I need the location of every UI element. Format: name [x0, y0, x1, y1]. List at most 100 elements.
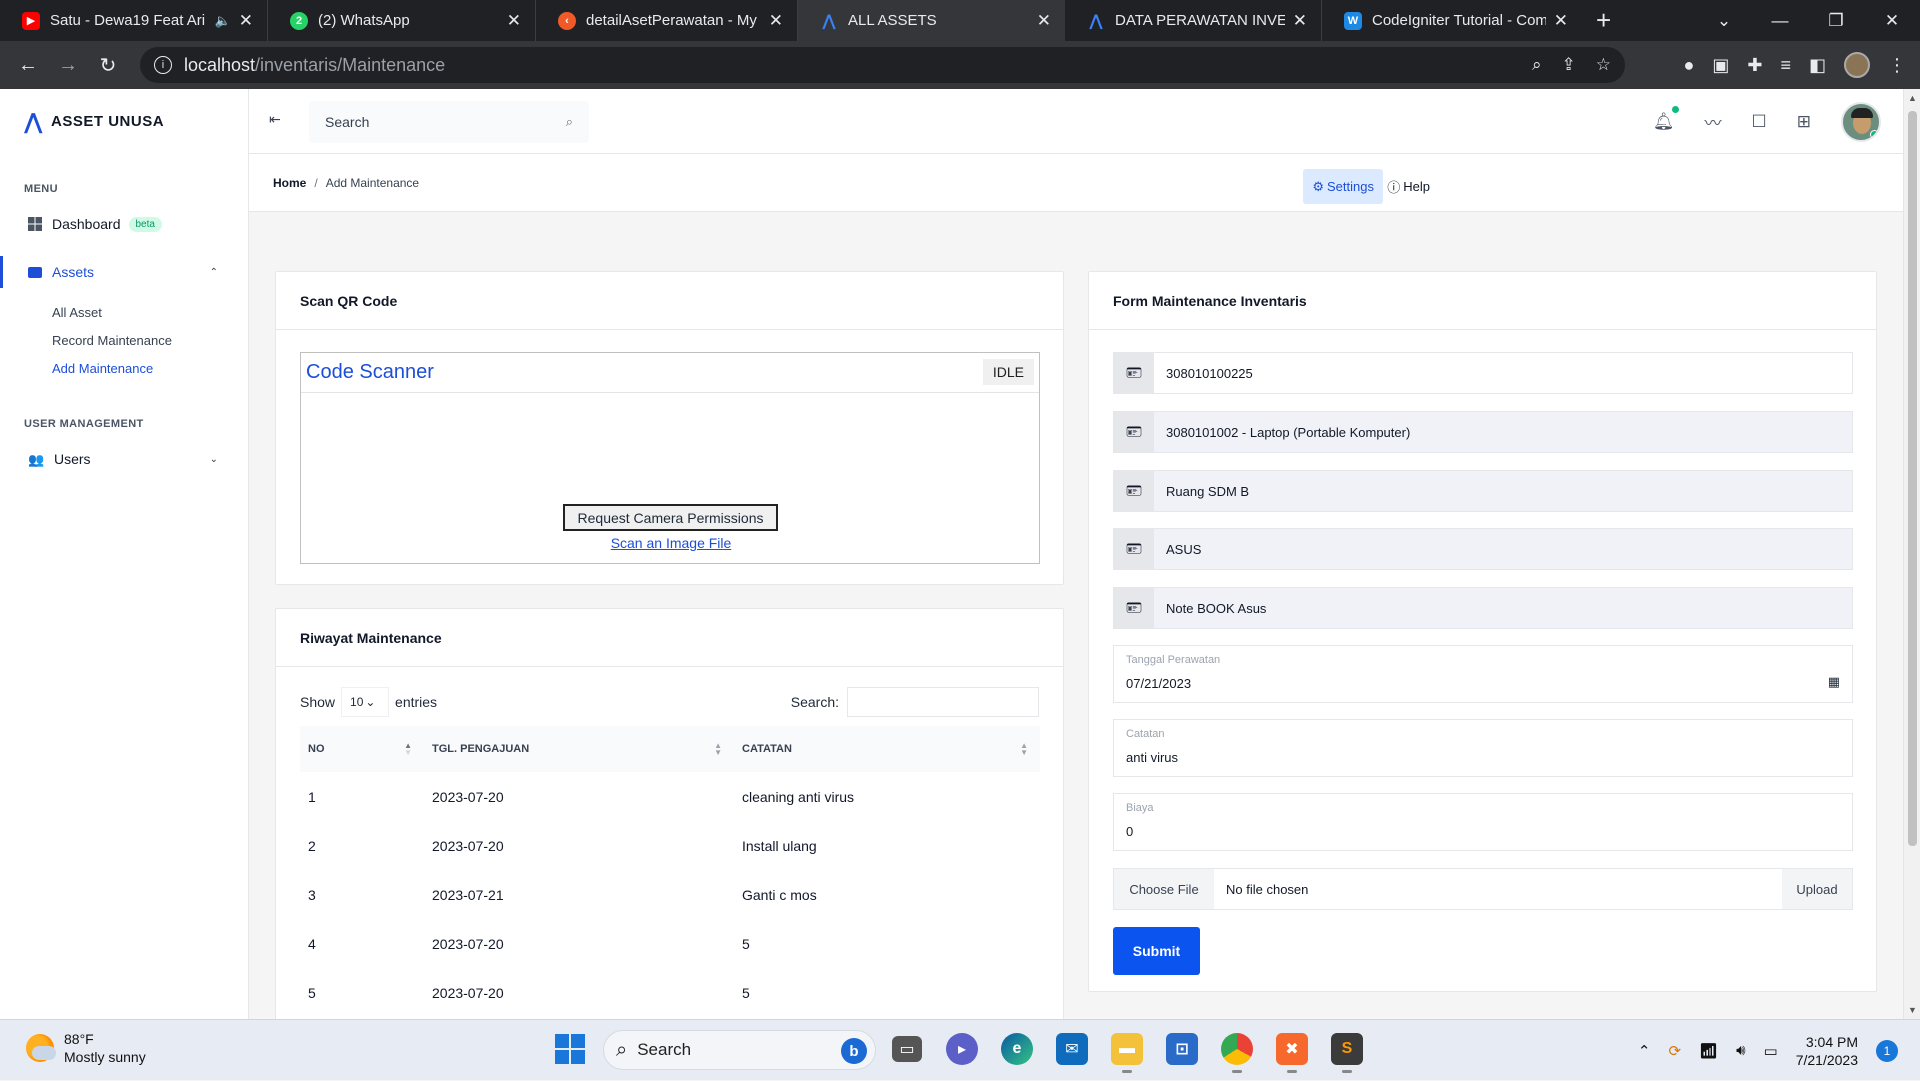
close-tab-icon[interactable]: ✕ — [1293, 11, 1307, 31]
volume-icon[interactable]: 🔊︎ — [1736, 1042, 1745, 1059]
scroll-up-icon[interactable]: ▲ — [1908, 93, 1917, 103]
teams-chat-icon[interactable]: ▸ — [946, 1033, 978, 1065]
close-tab-icon[interactable]: ✕ — [1554, 11, 1568, 31]
speaker-icon[interactable]: 🔈 — [215, 13, 231, 29]
new-tab-button[interactable]: + — [1596, 5, 1611, 36]
id-card-icon: 🪪︎ — [1114, 529, 1154, 569]
bookmark-star-icon[interactable]: ☆ — [1596, 55, 1611, 75]
reload-icon[interactable]: ↻ — [88, 53, 128, 78]
file-explorer-icon[interactable]: ▬ — [1111, 1033, 1143, 1073]
clock[interactable]: 3:04 PM 7/21/2023 — [1796, 1033, 1858, 1069]
browser-tab-codeigniter-tutorial[interactable]: W CodeIgniter Tutorial - Comp ✕ — [1322, 0, 1582, 41]
chevron-up-icon[interactable]: ⌃ — [1638, 1042, 1651, 1060]
sidebar-sub-all-asset[interactable]: All Asset — [0, 298, 248, 326]
bell-icon[interactable]: 🔔︎ — [1653, 105, 1679, 132]
address-bar[interactable]: i localhost/inventaris/Maintenance ⌕ ⇪ ☆ — [140, 47, 1625, 83]
task-view-icon[interactable]: ▭ — [892, 1036, 922, 1062]
help-icon: ⓘ — [1387, 180, 1401, 195]
apps-grid-icon[interactable]: ⊞ — [1797, 112, 1811, 132]
asset-logo-icon: ⋀ — [1089, 12, 1103, 30]
browser-tab-detail-aset[interactable]: ‹ detailAsetPerawatan - My W ✕ — [536, 0, 798, 41]
close-tab-icon[interactable]: ✕ — [239, 11, 253, 31]
choose-file-button[interactable]: Choose File — [1114, 869, 1214, 909]
minimize-icon[interactable]: — — [1752, 11, 1808, 31]
tanggal-perawatan-input[interactable]: Tanggal Perawatan 07/21/2023 ▦ — [1113, 645, 1853, 703]
help-button[interactable]: ⓘ Help — [1379, 169, 1438, 204]
scrollbar-thumb[interactable] — [1908, 111, 1917, 846]
windows-start-icon[interactable] — [555, 1034, 585, 1064]
form-maintenance-title: Form Maintenance Inventaris — [1089, 272, 1876, 330]
column-no[interactable]: NO ▲ ▼ — [300, 726, 424, 772]
asset-logo-icon: ⋀ — [822, 12, 836, 30]
table-search: Search: — [791, 687, 1039, 717]
upload-button[interactable]: Upload — [1782, 869, 1852, 909]
notification-badge[interactable]: 1 — [1876, 1039, 1898, 1062]
back-icon[interactable]: ← — [8, 54, 48, 77]
table-search-input[interactable] — [847, 687, 1039, 717]
sublime-text-icon[interactable]: S — [1331, 1033, 1363, 1073]
zoom-icon[interactable]: ⌕ — [1532, 55, 1542, 75]
chrome-icon[interactable] — [1221, 1033, 1253, 1073]
sidebar-item-dashboard[interactable]: Dashboard beta — [0, 204, 248, 244]
settings-button[interactable]: ⚙ Settings — [1303, 169, 1383, 204]
entries-select[interactable]: 10 ⌄ — [341, 687, 390, 717]
close-tab-icon[interactable]: ✕ — [1037, 11, 1051, 31]
browser-tab-youtube[interactable]: ▶ Satu - Dewa19 Feat Ari 🔈 ✕ — [0, 0, 268, 41]
mail-icon[interactable]: ✉ — [1056, 1033, 1088, 1065]
wifi-icon[interactable]: 📶︎ — [1699, 1042, 1718, 1060]
xampp-icon[interactable]: ✖ — [1276, 1033, 1308, 1073]
taskbar-search[interactable]: ⌕ Search b — [603, 1030, 876, 1070]
scan-image-file-link[interactable]: Scan an Image File — [301, 535, 1041, 551]
sidebar-sub-add-maintenance[interactable]: Add Maintenance — [0, 354, 248, 382]
battery-icon[interactable]: ▭ — [1764, 1042, 1778, 1060]
chevron-down-icon: ⌄ — [209, 453, 218, 465]
forward-icon[interactable]: → — [48, 54, 88, 77]
column-catatan[interactable]: CATATAN ▲ ▼ — [734, 726, 1040, 772]
profile-avatar[interactable] — [1844, 52, 1870, 78]
close-tab-icon[interactable]: ✕ — [507, 11, 521, 31]
browser-tab-all-assets[interactable]: ⋀ ALL ASSETS ✕ — [798, 0, 1065, 41]
id-card-icon: 🪪︎ — [1114, 412, 1154, 452]
weather-widget[interactable]: 88°F Mostly sunny — [26, 1030, 146, 1066]
activity-icon[interactable]: 〰 — [1705, 109, 1722, 134]
sidebar-item-users[interactable]: 👥 Users ⌄ — [0, 439, 248, 479]
restore-icon[interactable]: ❐ — [1808, 11, 1864, 31]
chevron-down-icon: ⌄ — [365, 695, 376, 709]
site-info-icon[interactable]: i — [154, 56, 172, 74]
column-tgl-pengajuan[interactable]: TGL. PENGAJUAN ▲ ▼ — [424, 726, 734, 772]
sidebar-item-assets[interactable]: Assets ⌃ — [0, 252, 248, 292]
extensions-puzzle-icon[interactable]: ✚ — [1747, 55, 1762, 76]
media-control-icon[interactable]: ≡ — [1780, 55, 1791, 76]
catatan-input[interactable]: Catatan anti virus — [1113, 719, 1853, 777]
collapse-sidebar-icon[interactable]: ⇤ — [269, 111, 281, 128]
search-input[interactable]: Search ⌕ — [309, 101, 589, 143]
close-tab-icon[interactable]: ✕ — [769, 11, 783, 31]
sort-icon: ▲ ▼ — [1020, 741, 1028, 757]
side-panel-icon[interactable]: ◧ — [1809, 55, 1826, 76]
bing-icon[interactable]: b — [841, 1038, 867, 1064]
browser-tab-data-perawatan[interactable]: ⋀ DATA PERAWATAN INVENT. ✕ — [1065, 0, 1322, 41]
page-scrollbar[interactable]: ▲ ▼ — [1903, 89, 1920, 1019]
breadcrumb-home[interactable]: Home — [273, 176, 306, 190]
sync-icon[interactable]: ⟳ — [1668, 1042, 1681, 1060]
calendar-icon[interactable]: ▦ — [1828, 674, 1840, 690]
network-app-icon[interactable]: ⊡ — [1166, 1033, 1198, 1065]
user-avatar[interactable] — [1841, 101, 1881, 142]
kode-inventaris-field[interactable]: 🪪︎ 308010100225 — [1113, 352, 1853, 394]
browser-menu-icon[interactable]: ⋮ — [1888, 55, 1906, 76]
extension-screen-icon[interactable]: ▣ — [1712, 55, 1729, 76]
brand[interactable]: ⋀ ASSET UNUSA — [0, 89, 248, 154]
request-camera-button[interactable]: Request Camera Permissions — [563, 504, 778, 531]
keterangan-field: 🪪︎ Note BOOK Asus — [1113, 587, 1853, 629]
extension-circle-icon[interactable]: ● — [1683, 55, 1694, 76]
scroll-down-icon[interactable]: ▼ — [1908, 1005, 1917, 1015]
message-icon[interactable]: ☐ — [1752, 112, 1767, 132]
sidebar-sub-record-maintenance[interactable]: Record Maintenance — [0, 326, 248, 354]
submit-button[interactable]: Submit — [1113, 927, 1200, 975]
edge-icon[interactable]: e — [1001, 1033, 1033, 1065]
browser-tab-whatsapp[interactable]: 2 (2) WhatsApp ✕ — [268, 0, 536, 41]
share-icon[interactable]: ⇪ — [1562, 55, 1576, 75]
tab-search-icon[interactable]: ⌄ — [1696, 11, 1752, 31]
close-window-icon[interactable]: ✕ — [1864, 11, 1920, 31]
biaya-input[interactable]: Biaya 0 — [1113, 793, 1853, 851]
